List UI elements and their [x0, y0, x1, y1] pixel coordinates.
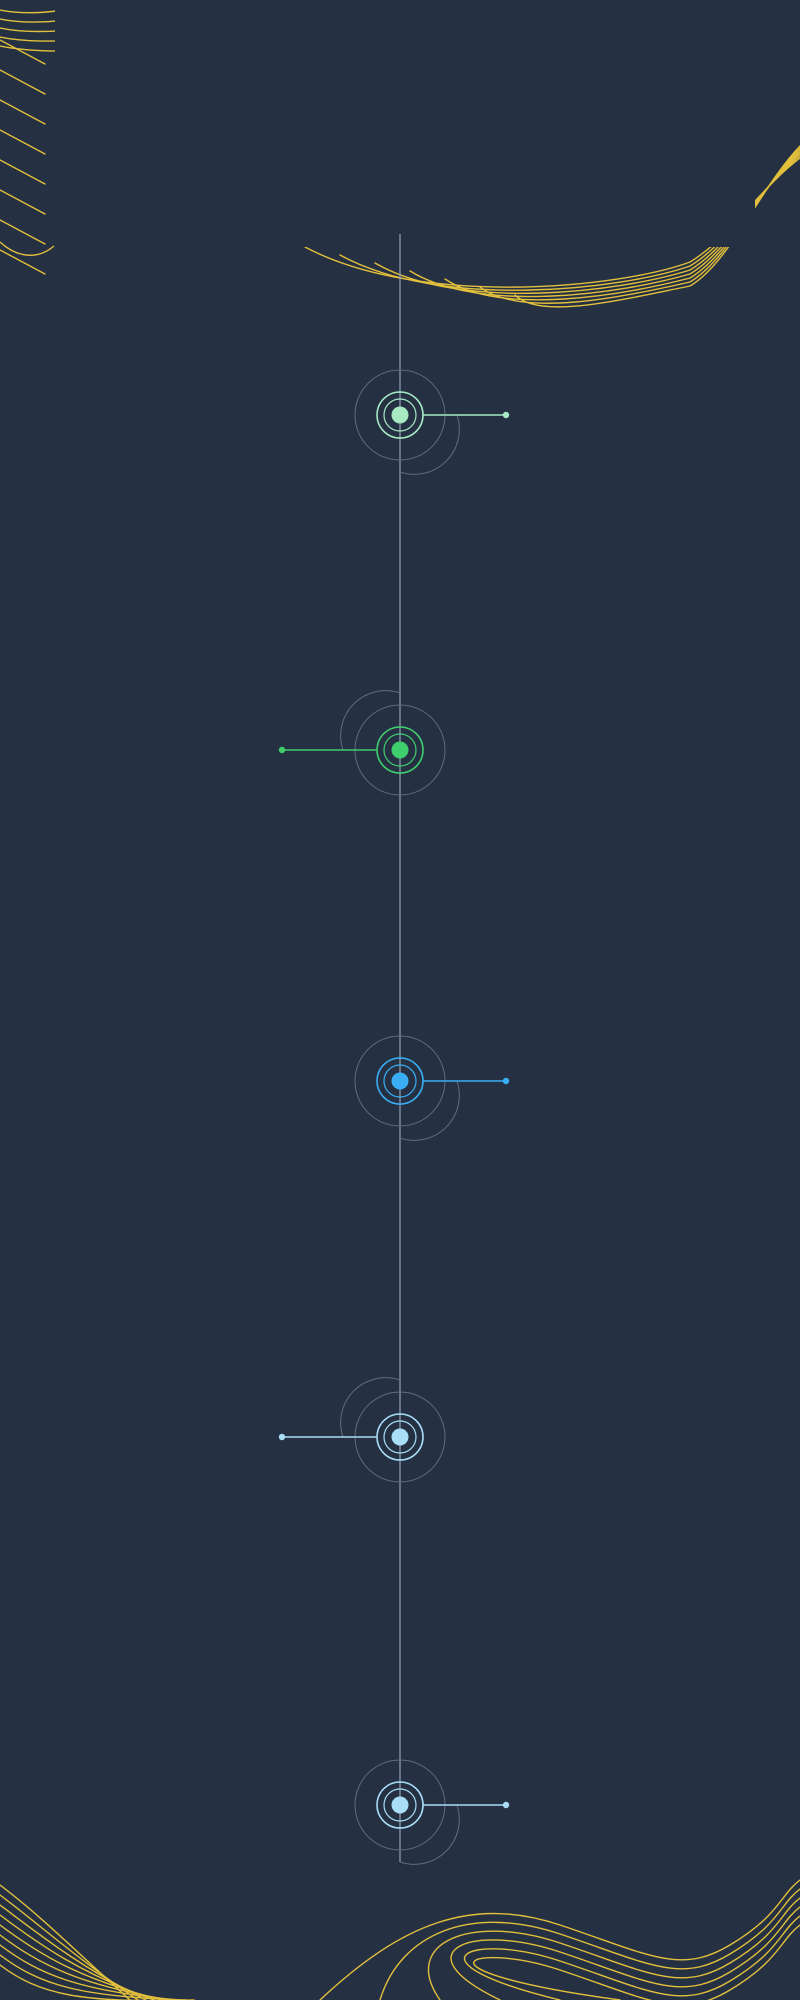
decor-wave-line: [450, 1906, 800, 2000]
decor-wave-line: [0, 241, 55, 256]
decorative-waves-bottom: [0, 1879, 800, 2000]
node-connector-end-dot: [502, 411, 510, 419]
node-core-dot: [391, 1796, 409, 1814]
decor-clip-panel: [55, 0, 755, 247]
node-connector-end-dot: [502, 1077, 510, 1085]
node-core-dot: [391, 1072, 409, 1090]
node-offset-arc: [340, 1377, 401, 1438]
decor-wave-line: [463, 1915, 800, 2000]
decor-wave-line: [0, 99, 46, 125]
node-offset-arc: [399, 1080, 460, 1141]
decor-wave-line: [0, 219, 46, 245]
node-connector-end-dot: [502, 1801, 510, 1809]
decor-wave-line: [0, 189, 46, 215]
timeline-nodes: [278, 369, 510, 1865]
decor-wave-line: [0, 129, 46, 155]
timeline-node: [278, 1377, 446, 1483]
timeline-node: [354, 1035, 510, 1141]
node-core-dot: [391, 741, 409, 759]
timeline-node: [354, 1759, 510, 1865]
decor-wave-line: [473, 1924, 800, 2000]
decor-wave-line: [0, 39, 46, 65]
timeline-node: [354, 369, 510, 475]
timeline-canvas: [0, 0, 800, 2000]
timeline-infographic: [0, 0, 800, 2000]
decor-wave-line: [0, 69, 46, 95]
node-core-dot: [391, 1428, 409, 1446]
node-offset-arc: [399, 414, 460, 475]
timeline-node: [278, 690, 446, 796]
decor-wave-line: [379, 1888, 800, 2000]
node-connector-end-dot: [278, 746, 286, 754]
node-core-dot: [391, 406, 409, 424]
decor-wave-line: [0, 1934, 171, 2000]
node-offset-arc: [340, 690, 401, 751]
node-connector-end-dot: [278, 1433, 286, 1441]
decor-wave-line: [0, 159, 46, 185]
decor-wave-line: [0, 249, 46, 275]
decor-wave-line: [0, 1914, 155, 2000]
node-offset-arc: [399, 1804, 460, 1865]
